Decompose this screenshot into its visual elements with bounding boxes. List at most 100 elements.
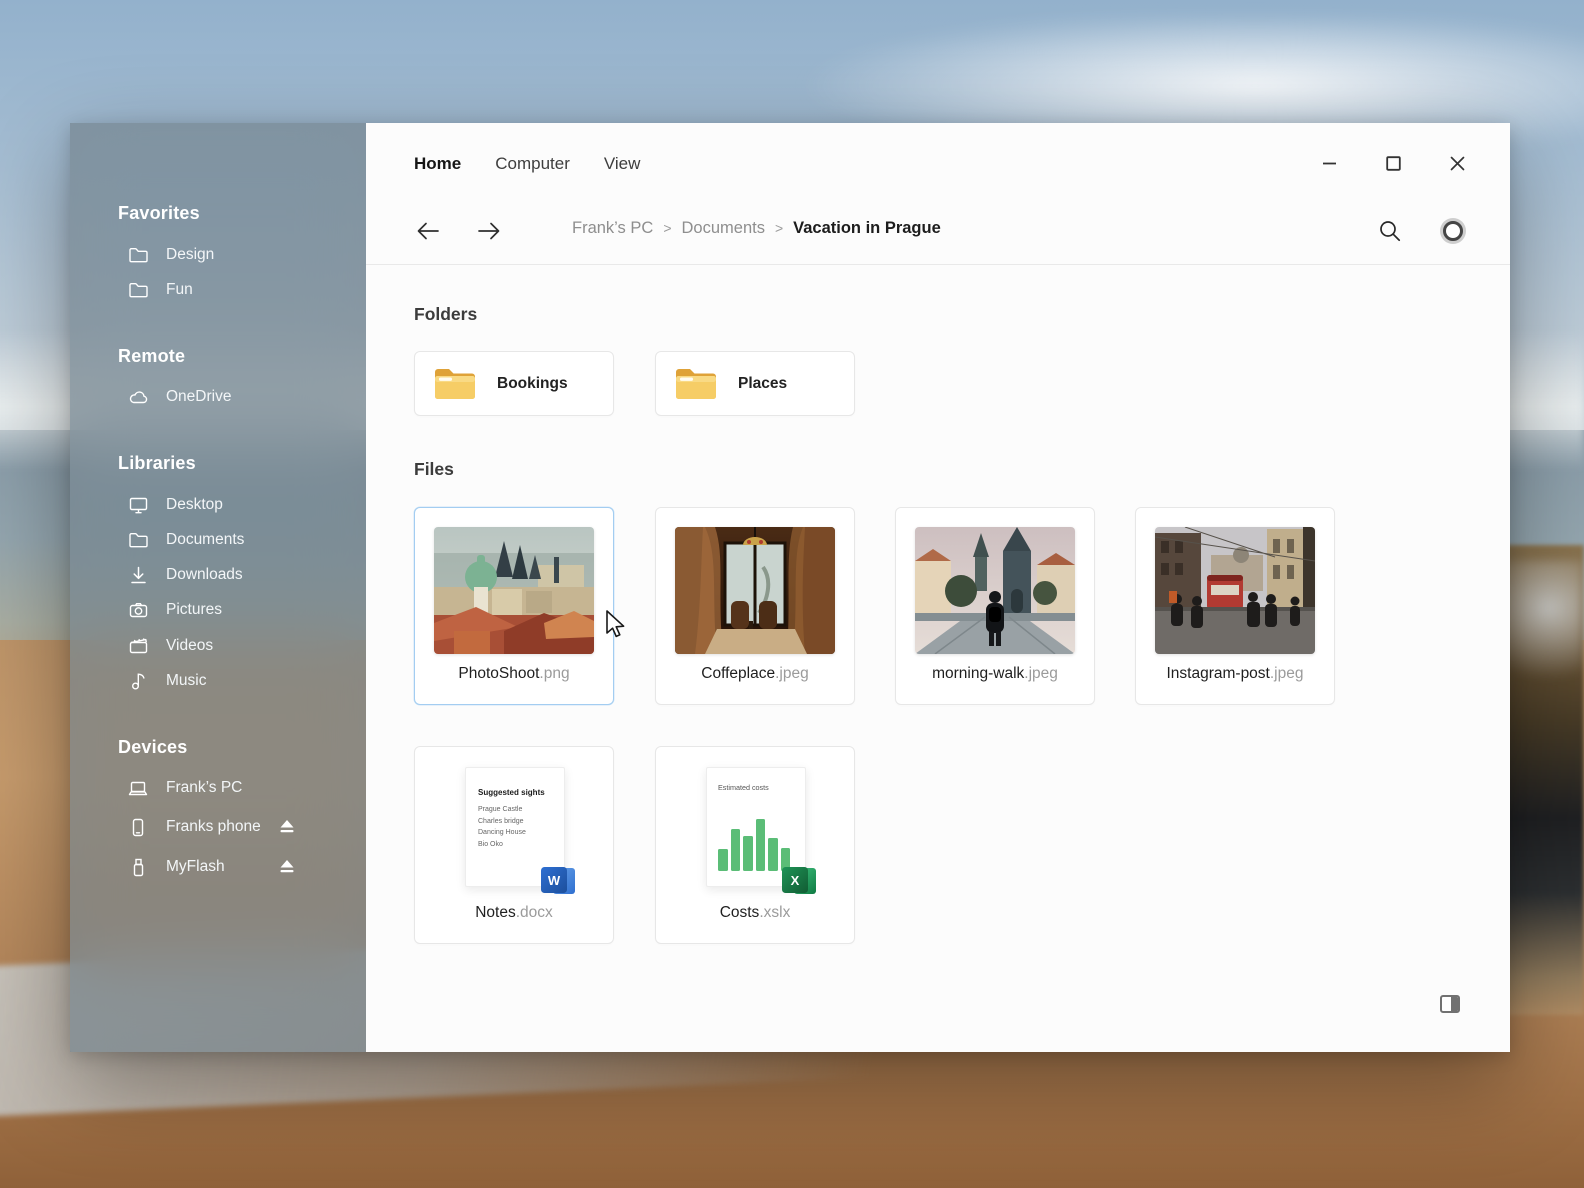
monitor-icon [128,495,148,515]
doc-preview-line: Prague Castle [478,806,523,813]
sidebar-item-fun[interactable]: Fun [128,275,348,305]
tab-computer[interactable]: Computer [495,154,570,174]
sidebar-item-desktop[interactable]: Desktop [128,490,348,520]
file-name: PhotoShoot.png [458,665,570,682]
folder-icon [128,530,148,550]
sidebar-item-label: Documents [166,531,245,548]
sidebar-item-myflash[interactable]: MyFlash [128,852,348,882]
close-button[interactable] [1449,155,1466,172]
preview-pane-toggle-fill [1450,997,1458,1011]
laptop-icon [128,778,148,798]
minimize-button[interactable] [1321,155,1338,172]
excel-icon: X [782,866,818,896]
breadcrumb-separator: > [774,220,784,236]
sidebar-item-label: Videos [166,637,214,654]
eject-icon[interactable] [278,858,296,876]
sidebar-item-music[interactable]: Music [128,666,348,696]
folder-icon [128,245,148,265]
sidebar-item-videos[interactable]: Videos [128,631,348,661]
download-icon [128,565,148,585]
doc-preview-line: Bio Oko [478,840,503,848]
folder-icon [128,280,148,300]
doc-preview-title: Suggested sights [478,788,545,797]
sidebar-item-label: Music [166,672,207,689]
sidebar-item-label: Design [166,246,215,263]
file-card-coffeplace[interactable]: Coffeplace.jpeg [655,507,855,705]
folder-icon [433,366,477,402]
sheet-preview-bar-chart [718,817,794,871]
file-name: Notes.docx [475,904,553,921]
sidebar-item-label: Pictures [166,601,222,618]
breadcrumb-segment-current: Vacation in Prague [793,219,941,237]
sidebar-item-franks-pc[interactable]: Frank’s PC [128,773,348,803]
sidebar-item-label: Desktop [166,496,223,513]
tab-view[interactable]: View [604,154,641,174]
eject-icon[interactable] [278,818,296,836]
folder-icon [674,366,718,402]
file-name: Instagram-post.jpeg [1166,665,1304,682]
sidebar-item-label: MyFlash [166,858,225,875]
forward-button[interactable] [475,217,503,245]
file-card-costs[interactable]: Estimated costs X Costs.xslx [655,746,855,944]
phone-icon [128,817,148,837]
breadcrumb: Frank’s PC > Documents > Vacation in Prague [572,219,941,238]
window-controls [1321,153,1466,173]
usb-icon [128,857,148,877]
doc-preview-line: Dancing House [478,829,526,836]
cloud-icon [128,387,148,407]
breadcrumb-segment-documents[interactable]: Documents [682,219,765,237]
sidebar-item-label: Franks phone [166,818,261,835]
maximize-button[interactable] [1385,155,1402,172]
sidebar-item-label: Downloads [166,566,243,583]
sidebar-section-remote: Remote [118,346,186,366]
sidebar-item-design[interactable]: Design [128,240,348,270]
folder-name: Bookings [497,374,568,392]
back-button[interactable] [414,217,442,245]
file-card-instagram-post[interactable]: Instagram-post.jpeg [1135,507,1335,705]
file-name: Costs.xslx [719,904,791,921]
file-card-photoshoot[interactable]: PhotoShoot.png [414,507,614,705]
photo-thumbnail-prague-rooftops [434,527,594,654]
sidebar-item-pictures[interactable]: Pictures [128,595,348,625]
sidebar-item-label: Frank’s PC [166,779,243,796]
file-name: morning-walk.jpeg [932,665,1058,682]
breadcrumb-separator: > [663,220,672,236]
file-name: Coffeplace.jpeg [701,665,809,682]
sidebar-section-favorites: Favorites [118,203,200,223]
document-preview-notes: Suggested sights Prague Castle Charles b… [465,767,575,894]
menu-tabs: Home Computer View [414,154,640,174]
clapperboard-icon [128,636,148,656]
header-divider [366,264,1510,265]
folder-card-bookings[interactable]: Bookings [414,351,614,416]
sidebar-section-libraries: Libraries [118,453,196,473]
word-icon: W [541,866,577,896]
camera-icon [128,600,148,620]
sidebar-section-devices: Devices [118,737,188,757]
breadcrumb-segment-pc[interactable]: Frank’s PC [572,219,653,237]
sidebar-item-label: OneDrive [166,388,232,405]
sidebar-item-onedrive[interactable]: OneDrive [128,382,348,412]
sidebar: Favorites Design Fun Remote OneDrive Lib… [70,123,366,1052]
file-card-notes[interactable]: Suggested sights Prague Castle Charles b… [414,746,614,944]
file-card-morning-walk[interactable]: morning-walk.jpeg [895,507,1095,705]
desktop: Favorites Design Fun Remote OneDrive Lib… [0,0,1584,1188]
account-circle-icon[interactable] [1443,221,1463,241]
file-explorer-window: Favorites Design Fun Remote OneDrive Lib… [70,123,1510,1052]
sidebar-item-downloads[interactable]: Downloads [128,560,348,590]
sidebar-item-franks-phone[interactable]: Franks phone [128,812,348,842]
doc-preview-line: Charles bridge [478,817,524,825]
folder-card-places[interactable]: Places [655,351,855,416]
folders-heading: Folders [414,304,478,324]
folder-name: Places [738,374,788,392]
content-pane: Home Computer View Frank’s PC > Document… [366,123,1510,1052]
photo-thumbnail-charles-bridge [915,527,1075,654]
tab-home[interactable]: Home [414,154,461,174]
sidebar-item-label: Fun [166,281,193,298]
photo-thumbnail-street-tram [1155,527,1315,654]
navigation-bar: Frank’s PC > Documents > Vacation in Prague [414,215,1466,247]
preview-pane-toggle[interactable] [1440,995,1460,1013]
sidebar-item-documents[interactable]: Documents [128,525,348,555]
search-icon[interactable] [1377,218,1403,244]
document-preview-costs: Estimated costs X [706,767,816,894]
files-heading: Files [414,459,454,479]
